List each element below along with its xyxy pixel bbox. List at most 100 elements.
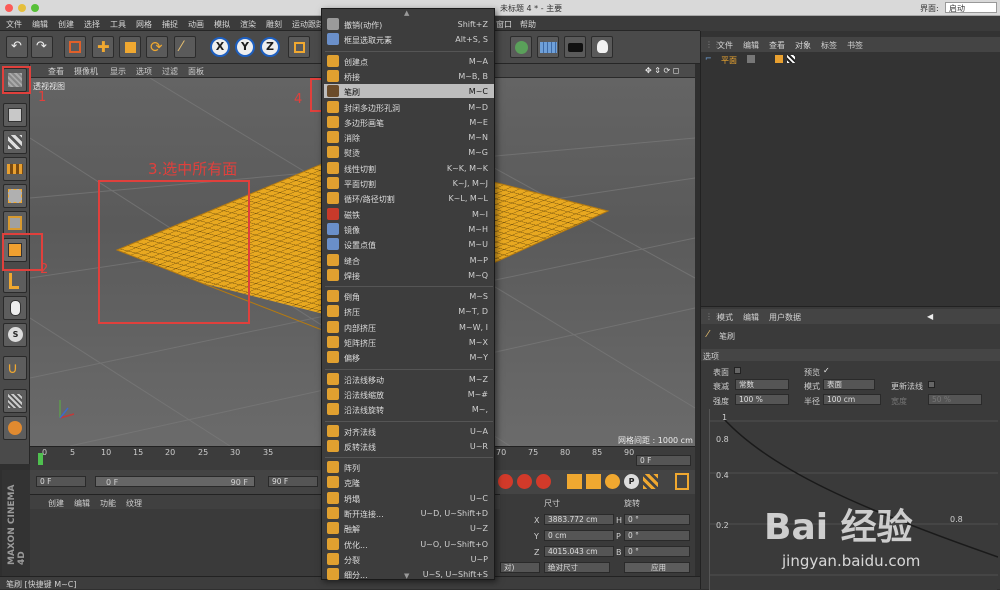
brush-tool-button[interactable]: ⁄ bbox=[174, 36, 196, 58]
environment-button[interactable] bbox=[537, 36, 559, 58]
live-select-button[interactable] bbox=[64, 36, 86, 58]
menu-item[interactable]: 细分... U~S, U~Shift+S bbox=[324, 567, 494, 581]
menu-mesh[interactable]: 网格 bbox=[136, 19, 152, 30]
menu-item[interactable]: 框显选取元素 Alt+S, S bbox=[324, 32, 494, 46]
menu-item[interactable]: 焊接 M~Q bbox=[324, 268, 494, 282]
phong-tag-icon[interactable] bbox=[775, 55, 783, 63]
object-name[interactable]: 平面 bbox=[721, 55, 737, 66]
menu-item[interactable]: 沿法线旋转 M~, bbox=[324, 402, 494, 416]
menu-item[interactable]: 线性切割 K~K, M~K bbox=[324, 161, 494, 175]
menu-item[interactable]: 镜像 M~H bbox=[324, 222, 494, 236]
menu-scroll-up[interactable]: ▲ bbox=[404, 9, 409, 17]
rotate-key-button[interactable] bbox=[605, 474, 620, 489]
apply-button[interactable]: 应用 bbox=[624, 562, 690, 573]
menu-item[interactable]: 循环/路径切割 K~L, M~L bbox=[324, 191, 494, 205]
menu-item[interactable]: 阵列 bbox=[324, 460, 494, 474]
light-button[interactable] bbox=[591, 36, 613, 58]
y-axis-toggle[interactable]: Y bbox=[235, 37, 255, 57]
am-menu-edit[interactable]: 编辑 bbox=[743, 312, 759, 323]
rot-p-field[interactable]: 0 ° bbox=[624, 530, 690, 541]
menu-item[interactable]: 消除 M~N bbox=[324, 130, 494, 144]
menu-item[interactable]: 创建点 M~A bbox=[324, 54, 494, 68]
menu-file[interactable]: 文件 bbox=[6, 19, 22, 30]
coord-system-button[interactable] bbox=[288, 36, 310, 58]
radius-field[interactable]: 100 cm bbox=[823, 394, 881, 405]
object-row-plane[interactable]: ⌐ 平面 bbox=[701, 54, 1000, 66]
material-menu-create[interactable]: 创建 bbox=[48, 498, 64, 509]
om-menu-edit[interactable]: 编辑 bbox=[743, 40, 759, 51]
menu-item[interactable]: 沿法线缩放 M~# bbox=[324, 387, 494, 401]
menu-item[interactable]: 内部挤压 M~W, I bbox=[324, 320, 494, 334]
workplane-button[interactable] bbox=[3, 389, 27, 413]
menu-create[interactable]: 创建 bbox=[58, 19, 74, 30]
menu-item[interactable]: 优化... U~O, U~Shift+O bbox=[324, 537, 494, 551]
viewport-menu-cameras[interactable]: 摄像机 bbox=[74, 66, 98, 77]
rot-b-field[interactable]: 0 ° bbox=[624, 546, 690, 557]
menu-item[interactable]: 对齐法线 U~A bbox=[324, 424, 494, 438]
viewport-menu-panel[interactable]: 面板 bbox=[188, 66, 204, 77]
am-menu-userdata[interactable]: 用户数据 bbox=[769, 312, 801, 323]
menu-item[interactable]: 桥接 M~B, B bbox=[324, 69, 494, 83]
object-mode-button[interactable] bbox=[3, 130, 27, 154]
deformer-button[interactable] bbox=[510, 36, 532, 58]
end-frame-field[interactable]: 90 F bbox=[268, 476, 318, 487]
menu-item[interactable]: 多边形画笔 M~E bbox=[324, 115, 494, 129]
points-mode-button[interactable] bbox=[3, 184, 27, 208]
menu-help[interactable]: 帮助 bbox=[520, 19, 536, 30]
om-menu-view[interactable]: 查看 bbox=[769, 40, 785, 51]
menu-item[interactable]: 融解 U~Z bbox=[324, 521, 494, 535]
layout-select[interactable]: 启动 bbox=[945, 2, 997, 13]
material-menu-edit[interactable]: 编辑 bbox=[74, 498, 90, 509]
film-icon[interactable] bbox=[675, 473, 689, 490]
menu-item[interactable]: 缝合 M~P bbox=[324, 253, 494, 267]
menu-motion-tracking[interactable]: 运动跟踪 bbox=[292, 19, 324, 30]
om-menu-file[interactable]: 文件 bbox=[717, 40, 733, 51]
menu-item[interactable]: 坍塌 U~C bbox=[324, 491, 494, 505]
magnet-button[interactable]: ∪ bbox=[3, 356, 27, 380]
move-key-button[interactable] bbox=[567, 474, 582, 489]
menu-item[interactable]: 撤销(动作) Shift+Z bbox=[324, 17, 494, 31]
size-y-field[interactable]: 0 cm bbox=[544, 530, 614, 541]
menu-item[interactable]: 矩阵挤压 M~X bbox=[324, 335, 494, 349]
material-menu-texture[interactable]: 纹理 bbox=[126, 498, 142, 509]
width-field[interactable]: 50 % bbox=[928, 394, 982, 405]
viewport-menu-display[interactable]: 显示 bbox=[110, 66, 126, 77]
edges-mode-button[interactable] bbox=[3, 211, 27, 235]
keyframe-selection-button[interactable] bbox=[536, 474, 551, 489]
scale-key-button[interactable] bbox=[586, 474, 601, 489]
menu-edit[interactable]: 编辑 bbox=[32, 19, 48, 30]
menu-item[interactable]: 克隆 bbox=[324, 475, 494, 489]
coord-mode-select[interactable]: 对) bbox=[500, 562, 540, 573]
size-mode-select[interactable]: 绝对尺寸 bbox=[544, 562, 610, 573]
workplane-grid-button[interactable] bbox=[3, 416, 27, 440]
menu-snap[interactable]: 捕捉 bbox=[162, 19, 178, 30]
menu-item[interactable]: 沿法线移动 M~Z bbox=[324, 372, 494, 386]
autokey-button[interactable] bbox=[517, 474, 532, 489]
menu-item[interactable]: 偏移 M~Y bbox=[324, 350, 494, 364]
x-axis-toggle[interactable]: X bbox=[210, 37, 230, 57]
size-z-field[interactable]: 4015.043 cm bbox=[544, 546, 614, 557]
menu-item[interactable]: 倒角 M~S bbox=[324, 289, 494, 303]
frame-range-slider[interactable]: 0 F 90 F bbox=[95, 476, 255, 487]
axis-mode-button[interactable] bbox=[3, 269, 27, 293]
mode-select[interactable]: 表面 bbox=[823, 379, 875, 390]
param-key-button[interactable]: P bbox=[624, 474, 639, 489]
viewport-menu-options[interactable]: 选项 bbox=[136, 66, 152, 77]
om-menu-bookmarks[interactable]: 书签 bbox=[847, 40, 863, 51]
tweak-mode-button[interactable] bbox=[3, 296, 27, 320]
material-menu-function[interactable]: 功能 bbox=[100, 498, 116, 509]
menu-item[interactable]: 熨烫 M~G bbox=[324, 145, 494, 159]
close-window-button[interactable] bbox=[5, 4, 13, 12]
record-button[interactable] bbox=[498, 474, 513, 489]
rotate-button[interactable]: ⟳ bbox=[146, 36, 168, 58]
om-menu-objects[interactable]: 对象 bbox=[795, 40, 811, 51]
menu-animate[interactable]: 动画 bbox=[188, 19, 204, 30]
undo-button[interactable]: ↶ bbox=[6, 36, 28, 58]
menu-item[interactable]: 断开连接... U~D, U~Shift+D bbox=[324, 506, 494, 520]
snap-button[interactable]: S bbox=[3, 323, 27, 347]
current-frame-field[interactable]: 0 F bbox=[636, 455, 691, 466]
menu-window[interactable]: 窗口 bbox=[496, 19, 512, 30]
preview-checkbox[interactable]: ✓ bbox=[823, 366, 830, 375]
menu-sculpt[interactable]: 雕刻 bbox=[266, 19, 282, 30]
viewport-menu-filter[interactable]: 过滤 bbox=[162, 66, 178, 77]
